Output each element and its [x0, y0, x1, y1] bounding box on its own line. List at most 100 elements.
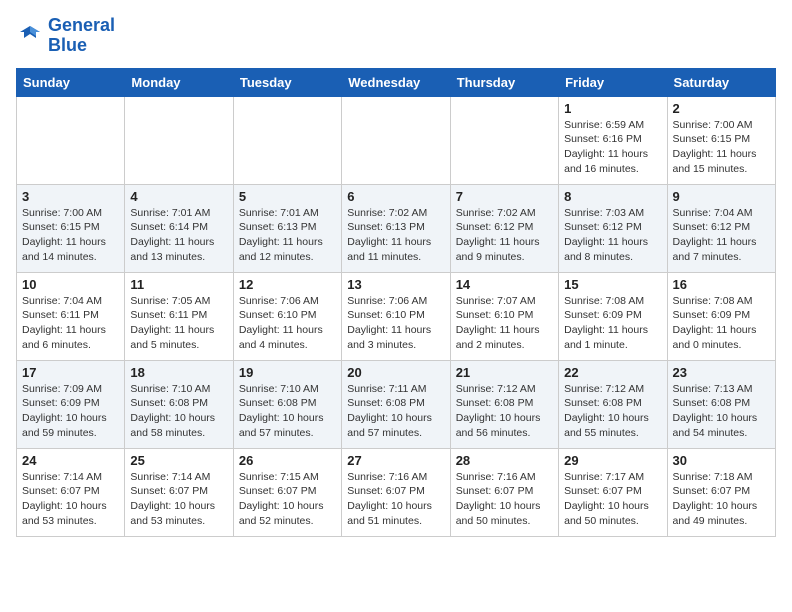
- day-info: Sunrise: 7:09 AM Sunset: 6:09 PM Dayligh…: [22, 382, 119, 441]
- calendar-cell: 20 Sunrise: 7:11 AM Sunset: 6:08 PM Dayli…: [342, 360, 450, 448]
- day-info: Sunrise: 7:12 AM Sunset: 6:08 PM Dayligh…: [456, 382, 553, 441]
- calendar-week-row: 10 Sunrise: 7:04 AM Sunset: 6:11 PM Dayli…: [17, 272, 776, 360]
- day-header-wednesday: Wednesday: [342, 68, 450, 96]
- day-number: 9: [673, 189, 770, 204]
- calendar-cell: 14 Sunrise: 7:07 AM Sunset: 6:10 PM Dayli…: [450, 272, 558, 360]
- logo-text: General Blue: [48, 16, 115, 56]
- calendar-week-row: 3 Sunrise: 7:00 AM Sunset: 6:15 PM Daylig…: [17, 184, 776, 272]
- day-number: 13: [347, 277, 444, 292]
- day-number: 14: [456, 277, 553, 292]
- day-info: Sunrise: 7:16 AM Sunset: 6:07 PM Dayligh…: [456, 470, 553, 529]
- day-number: 30: [673, 453, 770, 468]
- calendar-week-row: 17Sunrise: 7:09 AM Sunset: 6:09 PM Dayli…: [17, 360, 776, 448]
- day-number: 21: [456, 365, 553, 380]
- day-number: 25: [130, 453, 227, 468]
- day-info: Sunrise: 7:08 AM Sunset: 6:09 PM Dayligh…: [673, 294, 770, 353]
- calendar-cell: 26 Sunrise: 7:15 AM Sunset: 6:07 PM Dayli…: [233, 448, 341, 536]
- day-info: Sunrise: 7:10 AM Sunset: 6:08 PM Dayligh…: [130, 382, 227, 441]
- calendar-cell: 16 Sunrise: 7:08 AM Sunset: 6:09 PM Dayli…: [667, 272, 775, 360]
- day-info: Sunrise: 7:17 AM Sunset: 6:07 PM Dayligh…: [564, 470, 661, 529]
- calendar-cell: 5Sunrise: 7:01 AM Sunset: 6:13 PM Daylig…: [233, 184, 341, 272]
- calendar-cell: 29 Sunrise: 7:17 AM Sunset: 6:07 PM Dayli…: [559, 448, 667, 536]
- day-number: 27: [347, 453, 444, 468]
- day-header-thursday: Thursday: [450, 68, 558, 96]
- calendar-header-row: SundayMondayTuesdayWednesdayThursdayFrid…: [17, 68, 776, 96]
- calendar-cell: 3 Sunrise: 7:00 AM Sunset: 6:15 PM Daylig…: [17, 184, 125, 272]
- calendar-cell: 15 Sunrise: 7:08 AM Sunset: 6:09 PM Dayli…: [559, 272, 667, 360]
- calendar-cell: 11Sunrise: 7:05 AM Sunset: 6:11 PM Dayli…: [125, 272, 233, 360]
- day-info: Sunrise: 7:03 AM Sunset: 6:12 PM Dayligh…: [564, 206, 661, 265]
- day-number: 22: [564, 365, 661, 380]
- day-info: Sunrise: 7:02 AM Sunset: 6:13 PM Dayligh…: [347, 206, 444, 265]
- day-number: 15: [564, 277, 661, 292]
- day-number: 26: [239, 453, 336, 468]
- day-number: 12: [239, 277, 336, 292]
- day-header-sunday: Sunday: [17, 68, 125, 96]
- day-header-tuesday: Tuesday: [233, 68, 341, 96]
- calendar-cell: 27 Sunrise: 7:16 AM Sunset: 6:07 PM Dayli…: [342, 448, 450, 536]
- day-number: 6: [347, 189, 444, 204]
- calendar-cell: 9 Sunrise: 7:04 AM Sunset: 6:12 PM Daylig…: [667, 184, 775, 272]
- day-info: Sunrise: 7:01 AM Sunset: 6:13 PM Dayligh…: [239, 206, 336, 265]
- day-info: Sunrise: 7:18 AM Sunset: 6:07 PM Dayligh…: [673, 470, 770, 529]
- day-number: 3: [22, 189, 119, 204]
- day-info: Sunrise: 6:59 AM Sunset: 6:16 PM Dayligh…: [564, 118, 661, 177]
- day-number: 1: [564, 101, 661, 116]
- calendar-cell: 30 Sunrise: 7:18 AM Sunset: 6:07 PM Dayli…: [667, 448, 775, 536]
- calendar-cell: [342, 96, 450, 184]
- day-info: Sunrise: 7:01 AM Sunset: 6:14 PM Dayligh…: [130, 206, 227, 265]
- day-number: 18: [130, 365, 227, 380]
- calendar-cell: 24 Sunrise: 7:14 AM Sunset: 6:07 PM Dayli…: [17, 448, 125, 536]
- calendar-cell: 2 Sunrise: 7:00 AM Sunset: 6:15 PM Daylig…: [667, 96, 775, 184]
- calendar-cell: [125, 96, 233, 184]
- calendar-cell: 4 Sunrise: 7:01 AM Sunset: 6:14 PM Daylig…: [125, 184, 233, 272]
- day-info: Sunrise: 7:08 AM Sunset: 6:09 PM Dayligh…: [564, 294, 661, 353]
- day-info: Sunrise: 7:14 AM Sunset: 6:07 PM Dayligh…: [22, 470, 119, 529]
- page-header: General Blue: [16, 16, 776, 56]
- day-info: Sunrise: 7:14 AM Sunset: 6:07 PM Dayligh…: [130, 470, 227, 529]
- day-info: Sunrise: 7:00 AM Sunset: 6:15 PM Dayligh…: [22, 206, 119, 265]
- day-info: Sunrise: 7:04 AM Sunset: 6:11 PM Dayligh…: [22, 294, 119, 353]
- day-info: Sunrise: 7:04 AM Sunset: 6:12 PM Dayligh…: [673, 206, 770, 265]
- day-info: Sunrise: 7:15 AM Sunset: 6:07 PM Dayligh…: [239, 470, 336, 529]
- calendar-cell: 28 Sunrise: 7:16 AM Sunset: 6:07 PM Dayli…: [450, 448, 558, 536]
- day-number: 7: [456, 189, 553, 204]
- day-info: Sunrise: 7:13 AM Sunset: 6:08 PM Dayligh…: [673, 382, 770, 441]
- calendar-cell: 10 Sunrise: 7:04 AM Sunset: 6:11 PM Dayli…: [17, 272, 125, 360]
- calendar-cell: 19 Sunrise: 7:10 AM Sunset: 6:08 PM Dayli…: [233, 360, 341, 448]
- day-number: 4: [130, 189, 227, 204]
- day-number: 2: [673, 101, 770, 116]
- day-number: 20: [347, 365, 444, 380]
- day-number: 19: [239, 365, 336, 380]
- calendar-cell: [450, 96, 558, 184]
- day-number: 24: [22, 453, 119, 468]
- day-number: 10: [22, 277, 119, 292]
- day-header-saturday: Saturday: [667, 68, 775, 96]
- calendar-cell: 22Sunrise: 7:12 AM Sunset: 6:08 PM Dayli…: [559, 360, 667, 448]
- calendar-cell: 25 Sunrise: 7:14 AM Sunset: 6:07 PM Dayli…: [125, 448, 233, 536]
- calendar-cell: [17, 96, 125, 184]
- calendar-cell: 23Sunrise: 7:13 AM Sunset: 6:08 PM Dayli…: [667, 360, 775, 448]
- logo: General Blue: [16, 16, 115, 56]
- calendar-cell: 17Sunrise: 7:09 AM Sunset: 6:09 PM Dayli…: [17, 360, 125, 448]
- day-info: Sunrise: 7:10 AM Sunset: 6:08 PM Dayligh…: [239, 382, 336, 441]
- day-info: Sunrise: 7:06 AM Sunset: 6:10 PM Dayligh…: [239, 294, 336, 353]
- day-header-monday: Monday: [125, 68, 233, 96]
- day-number: 16: [673, 277, 770, 292]
- calendar-week-row: 1 Sunrise: 6:59 AM Sunset: 6:16 PM Daylig…: [17, 96, 776, 184]
- day-info: Sunrise: 7:06 AM Sunset: 6:10 PM Dayligh…: [347, 294, 444, 353]
- day-info: Sunrise: 7:00 AM Sunset: 6:15 PM Dayligh…: [673, 118, 770, 177]
- day-header-friday: Friday: [559, 68, 667, 96]
- logo-icon: [16, 22, 44, 50]
- day-info: Sunrise: 7:11 AM Sunset: 6:08 PM Dayligh…: [347, 382, 444, 441]
- day-number: 29: [564, 453, 661, 468]
- calendar-cell: 7Sunrise: 7:02 AM Sunset: 6:12 PM Daylig…: [450, 184, 558, 272]
- calendar-cell: 21 Sunrise: 7:12 AM Sunset: 6:08 PM Dayli…: [450, 360, 558, 448]
- day-info: Sunrise: 7:07 AM Sunset: 6:10 PM Dayligh…: [456, 294, 553, 353]
- calendar-cell: 18 Sunrise: 7:10 AM Sunset: 6:08 PM Dayli…: [125, 360, 233, 448]
- day-number: 28: [456, 453, 553, 468]
- calendar-cell: 12 Sunrise: 7:06 AM Sunset: 6:10 PM Dayli…: [233, 272, 341, 360]
- day-number: 8: [564, 189, 661, 204]
- day-info: Sunrise: 7:16 AM Sunset: 6:07 PM Dayligh…: [347, 470, 444, 529]
- calendar-cell: 1 Sunrise: 6:59 AM Sunset: 6:16 PM Daylig…: [559, 96, 667, 184]
